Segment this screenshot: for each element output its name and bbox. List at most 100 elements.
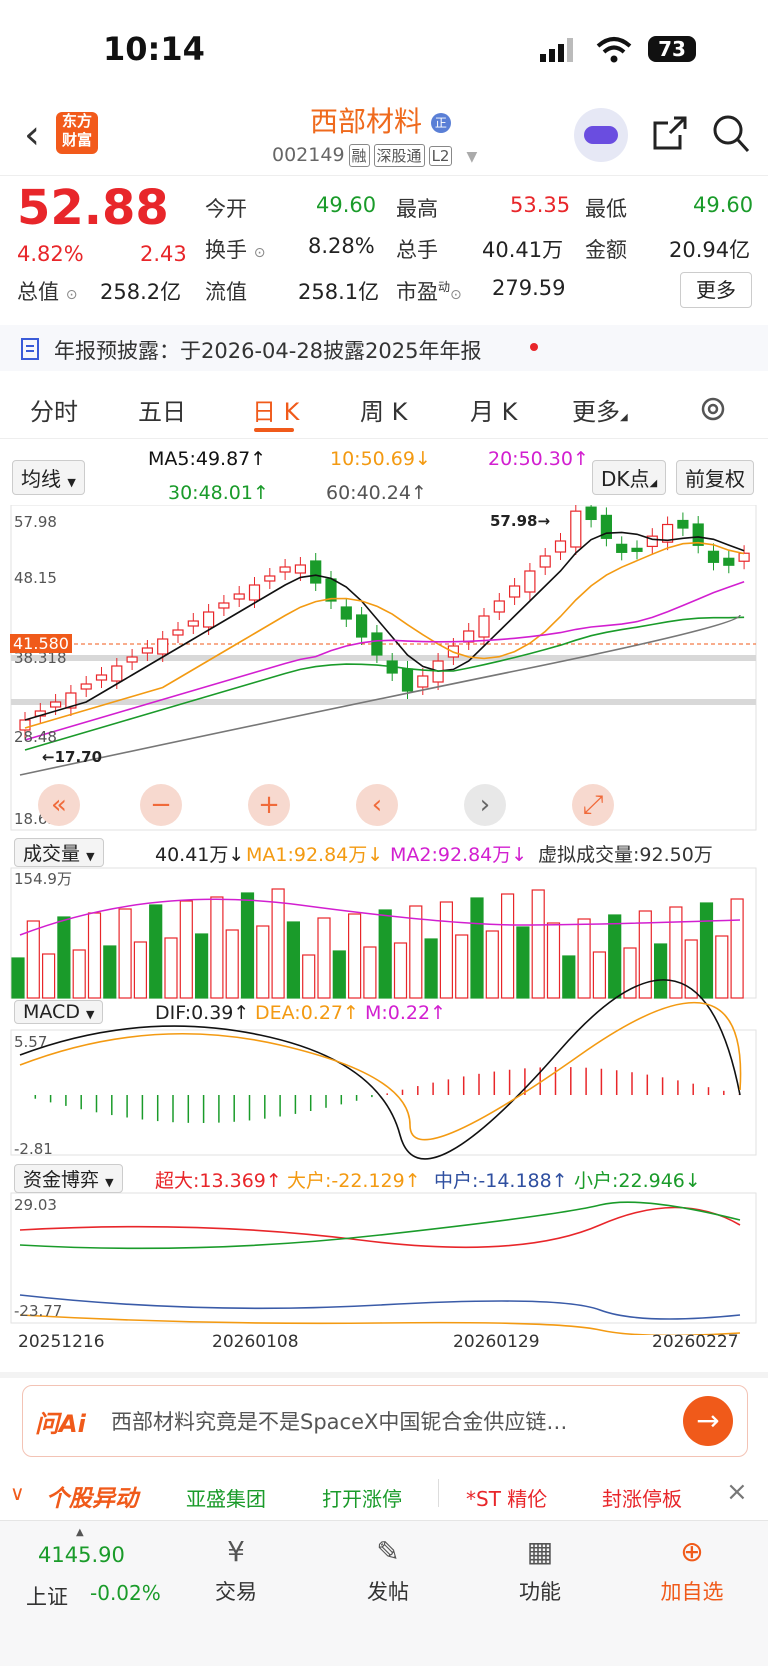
info-icon[interactable]: ⊙ <box>254 245 266 261</box>
kline-chart[interactable] <box>0 505 768 1335</box>
candle <box>325 578 337 602</box>
close-icon[interactable]: × <box>726 1477 748 1507</box>
chevron-left-icon[interactable]: ‹ <box>356 784 398 826</box>
volume-value: 40.41万 <box>482 238 564 262</box>
ticker-item[interactable]: 封涨停板 <box>602 1483 682 1512</box>
candle <box>478 615 490 638</box>
index-change[interactable]: -0.02% <box>90 1581 161 1605</box>
divider <box>438 1479 439 1507</box>
nav-trade[interactable]: ¥ 交易 <box>186 1535 286 1655</box>
zoom-in-icon[interactable]: + <box>248 784 290 826</box>
robot-avatar[interactable] <box>574 108 628 162</box>
tab-more[interactable]: 更多◢ <box>572 392 628 427</box>
fund-large: 大户:-22.129↑ <box>287 1170 421 1192</box>
dk-label: DK点 <box>601 467 650 491</box>
chevron-down-icon[interactable]: ∨ <box>10 1481 25 1505</box>
volume-bar <box>455 934 469 999</box>
float-value: 258.1亿 <box>298 280 380 304</box>
candle <box>417 675 429 688</box>
info-icon[interactable]: ⊙ <box>450 287 462 303</box>
ai-question-bar[interactable]: 问Ai 西部材料究竟是不是SpaceX中国铌合金供应链… → <box>22 1385 748 1457</box>
volume-bar <box>730 898 744 999</box>
ma30-value: 30:48.01↑ <box>168 482 269 504</box>
candle <box>80 683 92 690</box>
ma20-value: 20:50.30↑ <box>488 448 589 470</box>
fund-super: 超大:13.369↑ <box>155 1170 282 1192</box>
float-label: 流值 <box>205 280 247 304</box>
notice-bar[interactable]: 年报预披露：于2026-04-28披露2025年年报 <box>0 325 768 371</box>
volume-bar <box>669 906 683 999</box>
volume-bar <box>378 909 392 999</box>
nav-post-label: 发帖 <box>367 1580 409 1604</box>
fund-selector[interactable]: 资金博弈 ▼ <box>14 1164 123 1193</box>
arrow-right-icon[interactable]: → <box>683 1396 733 1446</box>
settings-gear-icon[interactable] <box>698 394 728 424</box>
share-icon[interactable] <box>652 115 688 151</box>
zoom-out-icon[interactable]: − <box>140 784 182 826</box>
virtual-volume: 虚拟成交量:92.50万 <box>538 844 713 866</box>
pe-value: 279.59 <box>492 276 566 300</box>
large-line <box>19 1314 741 1335</box>
volume-selector[interactable]: 成交量 ▼ <box>14 838 104 867</box>
volume-bar <box>501 893 515 999</box>
kline-panel-frame <box>10 505 757 831</box>
more-button[interactable]: 更多 <box>680 272 752 308</box>
volume-current: 40.41万↓ <box>155 844 245 866</box>
chevron-right-icon[interactable]: › <box>464 784 506 826</box>
pe-label-text: 市盈 <box>396 280 438 304</box>
index-value[interactable]: 4145.90 <box>38 1543 125 1567</box>
grid-icon: ▦ <box>526 1535 554 1568</box>
stock-name: 西部材料 正 <box>310 100 451 140</box>
unread-dot <box>530 343 538 351</box>
date-label: 20260108 <box>212 1332 299 1352</box>
tab-five-day[interactable]: 五日 <box>138 392 186 427</box>
price-axis-label: 48.15 <box>14 569 57 587</box>
nav-functions[interactable]: ▦ 功能 <box>490 1535 590 1655</box>
ma-selector-label: 均线 <box>21 467 61 491</box>
ma-selector[interactable]: 均线 ▼ <box>12 460 85 495</box>
volume-axis-label: 154.9万 <box>14 870 72 888</box>
tab-intraday[interactable]: 分时 <box>30 392 78 427</box>
tab-daily-k[interactable]: 日 K <box>252 392 299 427</box>
candle <box>111 665 123 682</box>
macd-selector[interactable]: MACD ▼ <box>14 1000 104 1024</box>
turnover-label-text: 换手 <box>205 238 247 262</box>
ticker-item[interactable]: *ST 精伦 <box>466 1483 547 1512</box>
candle <box>126 656 138 663</box>
nav-post[interactable]: ✎ 发帖 <box>338 1535 438 1655</box>
ticker-item[interactable]: 打开涨停 <box>322 1483 402 1512</box>
last-price: 52.88 <box>17 180 169 236</box>
tab-monthly-k[interactable]: 月 K <box>470 392 517 427</box>
double-left-icon[interactable]: « <box>38 784 80 826</box>
volume-bar <box>41 953 56 999</box>
status-time: 10:14 <box>103 30 205 68</box>
candle <box>554 540 567 553</box>
tab-more-label: 更多 <box>572 398 620 426</box>
candle <box>616 543 628 553</box>
tab-weekly-k[interactable]: 周 K <box>360 392 407 427</box>
candle <box>585 506 597 521</box>
candle <box>141 647 153 654</box>
fullscreen-icon[interactable]: ⤢ <box>572 784 614 826</box>
back-icon[interactable]: ‹ <box>24 112 40 158</box>
index-name[interactable]: 上证 <box>26 1581 68 1611</box>
stock-code-row: 002149 融深股通 L2 ▼ <box>272 144 477 167</box>
nav-add-watchlist[interactable]: ⊕ 加自选 <box>642 1535 742 1655</box>
ai-brand: 问Ai <box>35 1410 86 1438</box>
edit-icon: ✎ <box>376 1535 400 1568</box>
tag-margin: 融 <box>348 144 370 167</box>
volume-label: 总手 <box>396 238 438 262</box>
volume-bar <box>57 916 71 999</box>
chevron-down-icon[interactable]: ▼ <box>467 149 478 165</box>
volume-bar <box>210 896 224 999</box>
dk-point-button[interactable]: DK点◢ <box>592 460 667 495</box>
info-icon[interactable]: ⊙ <box>66 287 78 303</box>
ma10-value: 10:50.69↓ <box>330 448 431 470</box>
adjust-button[interactable]: 前复权 <box>676 460 754 495</box>
super-line <box>19 1206 741 1249</box>
volume-bar <box>164 937 178 999</box>
volume-bar <box>348 913 362 999</box>
ticker-item[interactable]: 亚盛集团 <box>186 1483 266 1512</box>
candle <box>294 564 306 574</box>
search-icon[interactable] <box>712 114 750 154</box>
